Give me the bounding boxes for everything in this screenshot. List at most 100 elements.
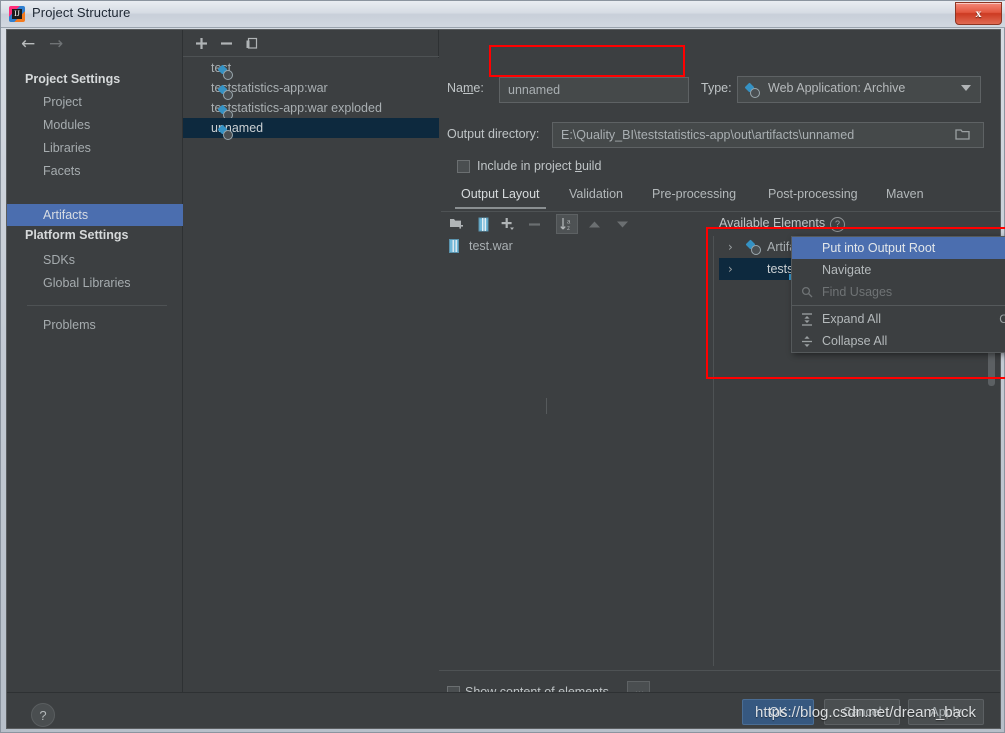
list-item[interactable]: teststatistics-app:war exploded bbox=[183, 98, 439, 118]
expand-all-icon bbox=[800, 312, 814, 326]
remove-element-button[interactable] bbox=[523, 214, 545, 234]
cancel-button[interactable]: Cancel bbox=[824, 699, 900, 725]
sidebar-item-global-libraries[interactable]: Global Libraries bbox=[7, 273, 183, 293]
chevron-down-icon bbox=[961, 85, 971, 91]
remove-artifact-button[interactable] bbox=[216, 34, 236, 53]
type-value: Web Application: Archive bbox=[768, 81, 906, 95]
output-layout-tree: test.war bbox=[441, 236, 711, 666]
menu-item-label: Find Usages bbox=[822, 285, 893, 299]
minus-icon bbox=[528, 222, 540, 226]
list-item[interactable]: teststatistics-app:war bbox=[183, 78, 439, 98]
sidebar-item-artifacts[interactable]: Artifacts bbox=[7, 204, 183, 226]
sidebar-item-project[interactable]: Project bbox=[7, 92, 183, 112]
search-icon bbox=[800, 285, 814, 299]
list-item[interactable]: unnamed bbox=[183, 118, 439, 138]
artifact-icon bbox=[746, 83, 760, 98]
menu-item-expand-all[interactable]: Expand All Ctrl+NumPad + bbox=[792, 308, 1005, 330]
ok-button[interactable]: OK bbox=[742, 699, 814, 725]
menu-separator bbox=[792, 305, 1005, 306]
triangle-up-icon bbox=[588, 221, 600, 227]
collapse-all-icon bbox=[800, 334, 814, 348]
add-archive-button[interactable] bbox=[472, 214, 494, 234]
sidebar-item-libraries[interactable]: Libraries bbox=[7, 138, 183, 158]
menu-item-label: Expand All bbox=[822, 312, 882, 326]
sidebar-section-platform-settings: Platform Settings bbox=[25, 228, 129, 242]
menu-item-put-into-output-root[interactable]: Put into Output Root bbox=[792, 237, 1005, 259]
output-directory-label: Output directory: bbox=[447, 127, 540, 141]
move-up-button[interactable] bbox=[583, 214, 605, 234]
detail-tabs: Output Layout Validation Pre-processing … bbox=[441, 187, 1000, 211]
tab-pre-processing[interactable]: Pre-processing bbox=[652, 187, 736, 205]
tab-validation[interactable]: Validation bbox=[569, 187, 623, 205]
artifacts-list: test teststatistics-app:war teststatisti… bbox=[183, 58, 439, 692]
type-label: Type: bbox=[701, 81, 732, 95]
menu-item-label: Navigate bbox=[822, 263, 872, 277]
svg-text:a: a bbox=[567, 219, 571, 225]
settings-sidebar: ← → Project Settings Project Modules Lib… bbox=[7, 30, 183, 692]
artifacts-toolbar bbox=[183, 30, 439, 57]
title-bar: IJ Project Structure x bbox=[1, 1, 1005, 28]
context-menu: Put into Output Root Navigate F Find Usa… bbox=[791, 236, 1005, 353]
help-button[interactable]: ? bbox=[31, 703, 55, 727]
dialog-content: ← → Project Settings Project Modules Lib… bbox=[6, 29, 1001, 729]
project-structure-dialog: IJ Project Structure x ← → Project Setti… bbox=[0, 0, 1005, 733]
tab-post-processing[interactable]: Post-processing bbox=[768, 187, 858, 205]
include-in-build-checkbox[interactable] bbox=[457, 160, 470, 173]
add-directory-button[interactable] bbox=[445, 214, 467, 234]
folder-add-icon bbox=[449, 219, 463, 229]
question-mark-icon[interactable]: ? bbox=[830, 217, 845, 232]
sort-button[interactable]: a z bbox=[556, 214, 578, 234]
menu-item-label: Collapse All bbox=[822, 334, 888, 348]
plus-icon bbox=[195, 38, 207, 49]
name-input[interactable]: unnamed bbox=[499, 77, 689, 103]
sidebar-divider bbox=[27, 305, 167, 306]
available-elements-label: Available Elements bbox=[719, 216, 826, 230]
minus-icon bbox=[220, 42, 232, 45]
sidebar-item-modules[interactable]: Modules bbox=[7, 115, 183, 135]
triangle-down-icon bbox=[616, 221, 628, 227]
add-artifact-button[interactable] bbox=[191, 34, 211, 53]
list-item[interactable]: test bbox=[183, 58, 439, 78]
war-archive-icon bbox=[449, 239, 459, 253]
plus-icon bbox=[501, 218, 514, 230]
tab-output-layout[interactable]: Output Layout bbox=[455, 187, 546, 209]
name-label: Name: bbox=[447, 81, 484, 95]
chevron-right-icon[interactable]: › bbox=[728, 236, 733, 258]
sidebar-item-facets[interactable]: Facets bbox=[7, 161, 183, 181]
type-combobox[interactable]: Web Application: Archive bbox=[737, 76, 981, 103]
artifacts-pane: test teststatistics-app:war teststatisti… bbox=[183, 30, 439, 692]
artifact-icon bbox=[747, 240, 761, 255]
include-in-build-label: Include in project build bbox=[477, 159, 602, 173]
sort-alpha-icon: a z bbox=[560, 217, 571, 232]
close-button[interactable]: x bbox=[955, 2, 1002, 25]
intellij-idea-icon: IJ bbox=[9, 6, 25, 22]
add-copy-button[interactable] bbox=[497, 214, 519, 234]
menu-item-label: Put into Output Root bbox=[822, 241, 936, 255]
sidebar-section-project-settings: Project Settings bbox=[25, 72, 121, 86]
move-down-button[interactable] bbox=[611, 214, 633, 234]
svg-text:z: z bbox=[567, 226, 570, 232]
output-directory-input[interactable]: E:\Quality_BI\teststatistics-app\out\art… bbox=[552, 122, 984, 148]
copy-artifact-button[interactable] bbox=[241, 34, 261, 53]
tree-row-label: test.war bbox=[469, 239, 513, 253]
menu-item-collapse-all[interactable]: Collapse All Ctrl+NumPad bbox=[792, 330, 1005, 352]
arrow-right-icon[interactable]: → bbox=[49, 36, 63, 53]
sidebar-item-problems[interactable]: Problems bbox=[7, 315, 183, 335]
dialog-footer: ? OK Cancel Apply bbox=[7, 692, 1000, 728]
artifact-label: teststatistics-app:war exploded bbox=[211, 101, 382, 115]
panel-splitter[interactable] bbox=[713, 236, 714, 666]
arrow-left-icon[interactable]: ← bbox=[21, 36, 35, 53]
menu-item-navigate[interactable]: Navigate F bbox=[792, 259, 1005, 281]
sidebar-item-sdks[interactable]: SDKs bbox=[7, 250, 183, 270]
apply-button[interactable]: Apply bbox=[908, 699, 984, 725]
chevron-right-icon[interactable]: › bbox=[728, 258, 733, 280]
close-icon: x bbox=[975, 6, 982, 20]
tab-maven[interactable]: Maven bbox=[886, 187, 924, 205]
navigation-arrows: ← → bbox=[7, 30, 183, 58]
folder-browse-icon[interactable] bbox=[955, 127, 971, 141]
tree-row[interactable]: test.war bbox=[441, 236, 711, 256]
copy-icon bbox=[246, 37, 257, 49]
detail-separator bbox=[439, 670, 1000, 671]
archive-icon bbox=[478, 217, 488, 231]
window-title: Project Structure bbox=[32, 5, 131, 20]
